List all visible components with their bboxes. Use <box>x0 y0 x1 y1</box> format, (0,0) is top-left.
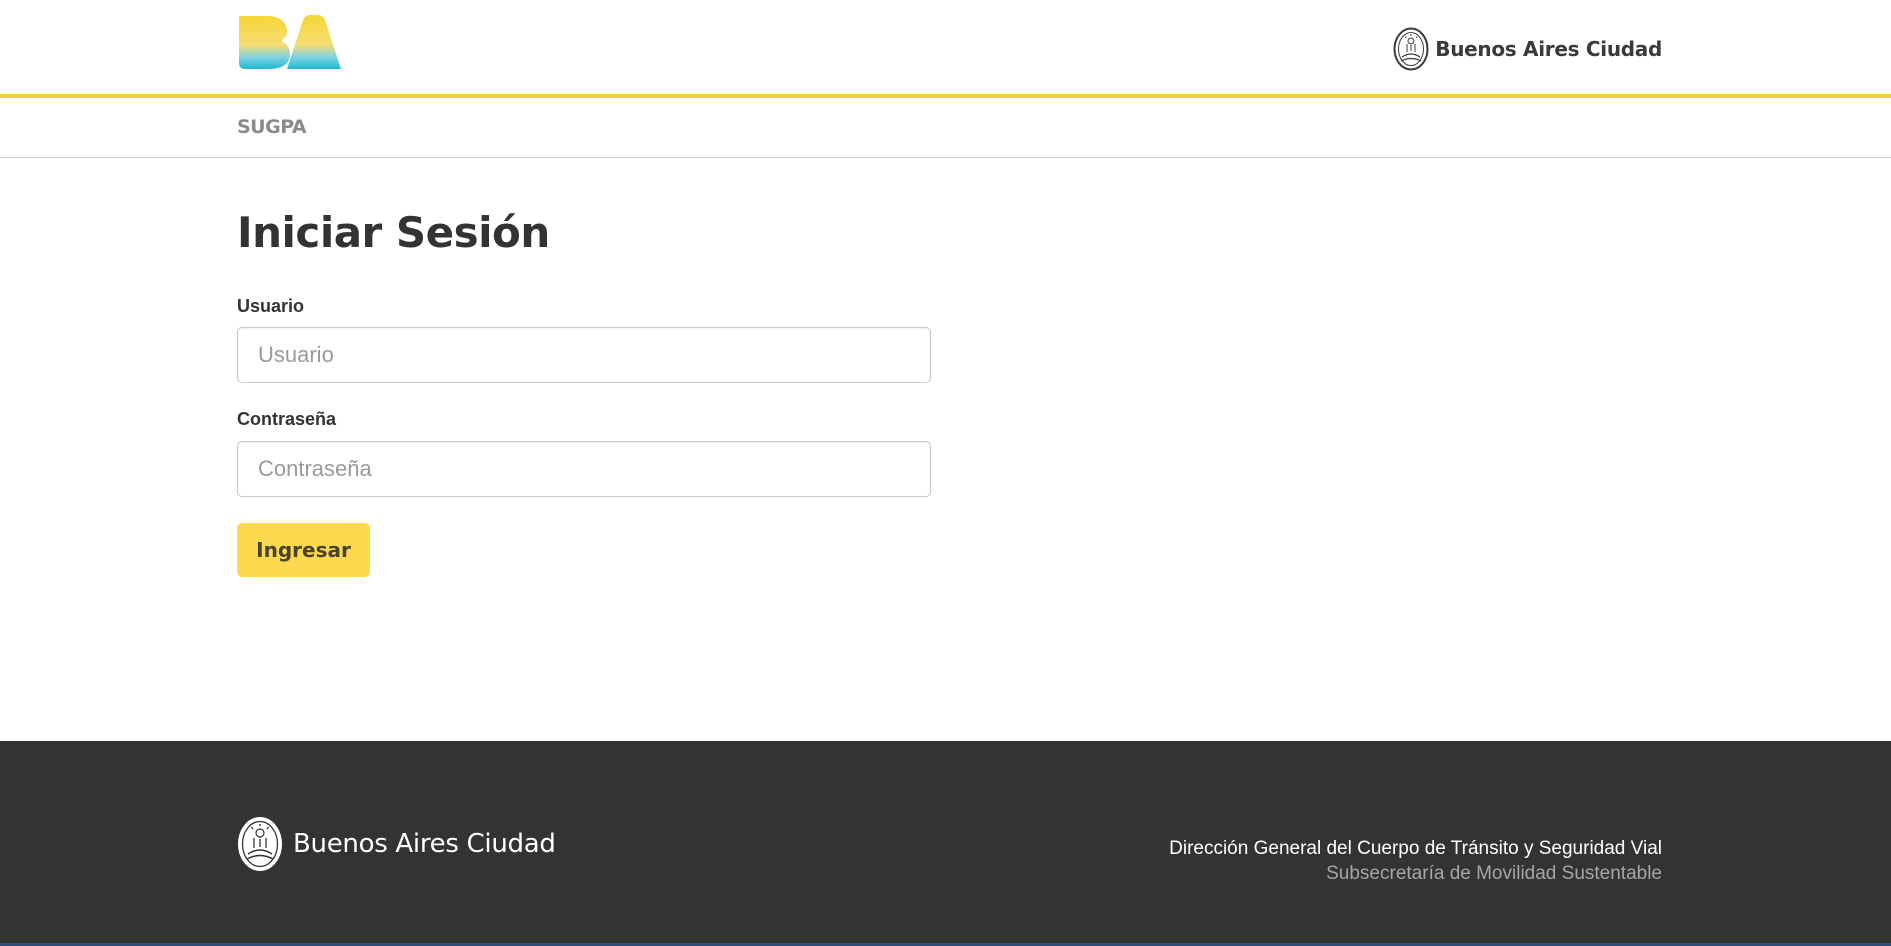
submit-button[interactable]: Ingresar <box>237 523 370 577</box>
city-seal-icon <box>1393 27 1429 71</box>
login-page: Buenos Aires Ciudad SUGPA Iniciar Sesión… <box>0 0 1891 946</box>
city-seal-icon <box>238 817 282 871</box>
username-label: Usuario <box>237 296 305 316</box>
header-brand-text: Buenos Aires Ciudad <box>1435 37 1662 61</box>
footer-brand[interactable]: Buenos Aires Ciudad <box>237 816 556 872</box>
app-nav: SUGPA <box>0 98 1891 158</box>
username-input[interactable] <box>237 327 931 383</box>
header-brand[interactable]: Buenos Aires Ciudad <box>1393 26 1662 72</box>
footer: Buenos Aires Ciudad Dirección General de… <box>0 741 1891 946</box>
password-label: Contraseña <box>237 409 337 429</box>
top-header: Buenos Aires Ciudad <box>0 0 1891 98</box>
app-name-link[interactable]: SUGPA <box>237 116 307 138</box>
footer-department: Dirección General del Cuerpo de Tránsito… <box>1169 838 1662 859</box>
footer-brand-text: Buenos Aires Ciudad <box>293 829 556 859</box>
password-input[interactable] <box>237 441 931 497</box>
footer-subsecretariat: Subsecretaría de Movilidad Sustentable <box>1326 863 1662 884</box>
page-title: Iniciar Sesión <box>237 208 550 257</box>
footer-info: Dirección General del Cuerpo de Tránsito… <box>1169 836 1662 886</box>
ba-logo[interactable] <box>237 14 341 70</box>
